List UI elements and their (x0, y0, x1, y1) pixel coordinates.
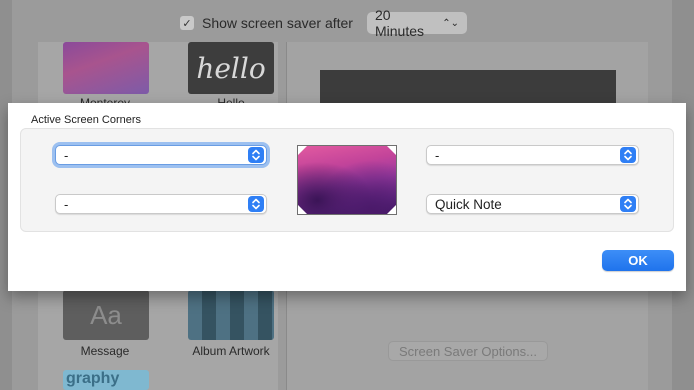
saver-delay-select[interactable]: 20 Minutes ⌃⌄ (366, 7, 467, 39)
chevron-updown-icon (620, 196, 636, 212)
bottom-left-corner-popup[interactable]: - (55, 194, 267, 214)
saver-label-message: Message (80, 344, 130, 358)
chevron-updown-icon (248, 147, 264, 163)
screen-saver-options-button[interactable]: Screen Saver Options... (388, 341, 548, 361)
bottom-right-corner-popup[interactable]: Quick Note (426, 194, 639, 214)
saver-label-album-artwork: Album Artwork (192, 344, 270, 358)
chevron-updown-icon: ⌃⌄ (442, 17, 459, 29)
section-title: Active Screen Corners (31, 114, 142, 126)
ok-button[interactable]: OK (602, 250, 674, 271)
top-left-corner-popup[interactable]: - (55, 145, 267, 165)
saver-thumb-monterey[interactable] (63, 42, 149, 94)
top-right-corner-value: - (435, 147, 440, 163)
message-thumb-text: Aa (90, 299, 122, 330)
corner-marker-bottom-right (387, 205, 396, 214)
saver-thumb-hello[interactable]: hello (188, 42, 274, 94)
corner-marker-top-left (298, 146, 307, 155)
hello-thumb-text: hello (196, 51, 266, 85)
top-right-corner-popup[interactable]: - (426, 145, 639, 165)
typo-thumb-text: graphy (66, 370, 120, 387)
show-saver-checkbox[interactable]: ✓ (180, 16, 194, 30)
desktop-corner-preview (297, 145, 397, 215)
saver-thumb-album-artwork[interactable] (188, 290, 274, 340)
corner-marker-top-right (387, 146, 396, 155)
hot-corners-sheet: Active Screen Corners - - - Quick Note O… (8, 103, 686, 291)
saver-thumb-message[interactable]: Aa (63, 290, 149, 340)
corner-marker-bottom-left (298, 205, 307, 214)
top-left-corner-value: - (64, 147, 69, 163)
chevron-updown-icon (248, 196, 264, 212)
saver-delay-value: 20 Minutes (374, 7, 424, 39)
chevron-updown-icon (620, 147, 636, 163)
show-saver-label: Show screen saver after (202, 15, 353, 31)
bottom-right-corner-value: Quick Note (435, 196, 502, 212)
saver-thumb-word-of-the-day[interactable]: graphy (63, 370, 149, 390)
bottom-left-corner-value: - (64, 196, 69, 212)
show-saver-row: ✓ Show screen saver after 20 Minutes ⌃⌄ (180, 7, 467, 39)
